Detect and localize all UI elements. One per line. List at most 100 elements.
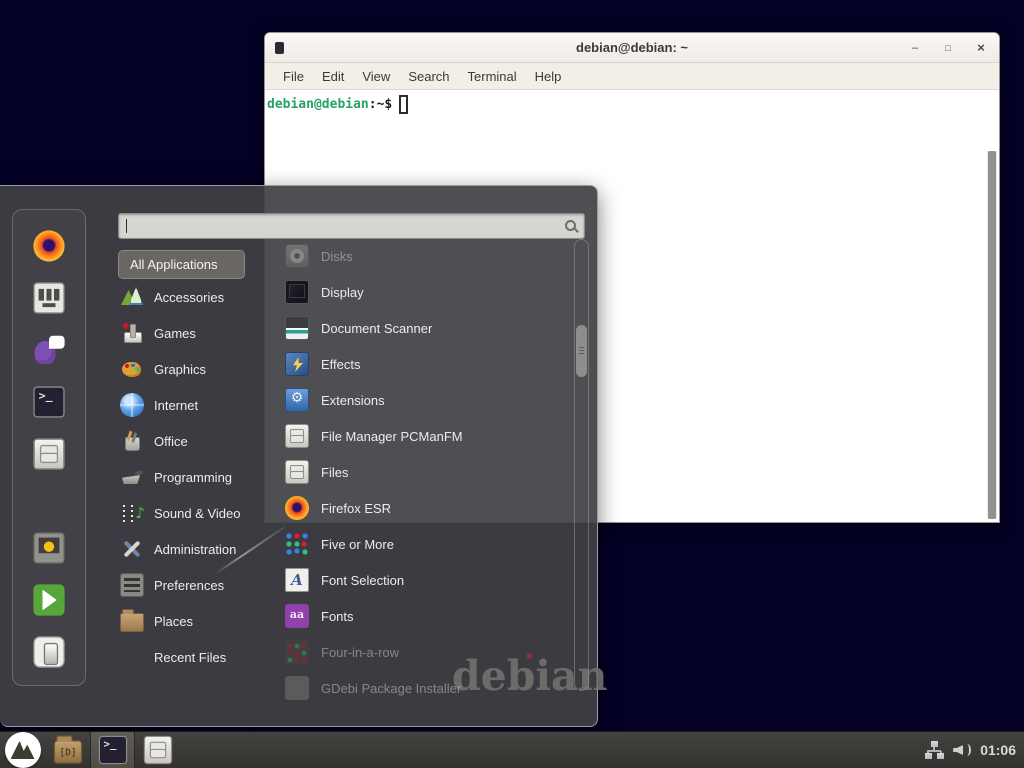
- session-lock-screen[interactable]: [27, 526, 71, 569]
- search-box: [118, 213, 585, 239]
- games-icon: [120, 321, 144, 345]
- five-or-more-icon: [285, 532, 309, 556]
- terminal-titlebar[interactable]: debian@debian: ~ – □ ×: [265, 33, 999, 63]
- favorites-list: [13, 224, 85, 475]
- app-five-or-more[interactable]: Five or More: [285, 526, 573, 562]
- menubar-item-search[interactable]: Search: [399, 69, 458, 84]
- four-in-a-row-icon: [285, 640, 309, 664]
- preferences-icon: [120, 573, 144, 597]
- terminal-cursor: [399, 95, 408, 114]
- logout-icon: [33, 584, 64, 615]
- menubar-item-help[interactable]: Help: [526, 69, 571, 84]
- search-icon: [564, 219, 578, 233]
- app-label: Files: [321, 465, 348, 480]
- menu-scrollbar-thumb[interactable]: [576, 325, 587, 377]
- app-firefox[interactable]: Firefox ESR: [285, 490, 573, 526]
- app-label: Document Scanner: [321, 321, 432, 336]
- prompt-user-host: debian@debian: [267, 97, 369, 112]
- category-sound-video[interactable]: Sound & Video: [120, 495, 268, 531]
- taskbar-button-terminal[interactable]: [90, 732, 135, 768]
- minimize-icon[interactable]: –: [909, 33, 921, 63]
- system-tray: 01:06: [925, 741, 1024, 759]
- taskbar-button-file-cabinet[interactable]: [135, 732, 180, 768]
- maximize-icon[interactable]: □: [942, 33, 954, 63]
- shell-prompt: debian@debian:~$: [267, 95, 997, 114]
- menubar-item-file[interactable]: File: [274, 69, 313, 84]
- app-label: File Manager PCManFM: [321, 429, 463, 444]
- terminal-menubar: FileEditViewSearchTerminalHelp: [265, 63, 999, 90]
- category-administration[interactable]: Administration: [120, 531, 268, 567]
- firefox-icon: [285, 496, 309, 520]
- sound-video-icon: [120, 501, 144, 525]
- volume-icon[interactable]: [953, 741, 971, 759]
- effects-icon: [285, 352, 309, 376]
- app-label: Font Selection: [321, 573, 404, 588]
- app-files[interactable]: Files: [285, 454, 573, 490]
- favorite-terminal[interactable]: [27, 380, 71, 423]
- menu-scrollbar[interactable]: [574, 239, 589, 691]
- taskbar: 01:06: [0, 731, 1024, 768]
- app-label: Five or More: [321, 537, 394, 552]
- favorite-firefox[interactable]: [27, 224, 71, 267]
- display-icon: [285, 280, 309, 304]
- category-recent-files[interactable]: Recent Files: [120, 639, 268, 675]
- all-applications-button[interactable]: All Applications: [118, 250, 245, 279]
- favorites-panel: [12, 209, 86, 686]
- session-shutdown[interactable]: [27, 630, 71, 673]
- app-display[interactable]: Display: [285, 274, 573, 310]
- internet-icon: [120, 393, 144, 417]
- category-preferences[interactable]: Preferences: [120, 567, 268, 603]
- app-label: Extensions: [321, 393, 385, 408]
- favorite-pidgin[interactable]: [27, 328, 71, 371]
- app-disks[interactable]: Disks: [285, 238, 573, 274]
- app-extensions[interactable]: Extensions: [285, 382, 573, 418]
- favorite-keyboard[interactable]: [27, 276, 71, 319]
- app-label: Display: [321, 285, 364, 300]
- file-manager-icon: [285, 424, 309, 448]
- app-document-scanner[interactable]: Document Scanner: [285, 310, 573, 346]
- search-input[interactable]: [118, 213, 585, 239]
- category-label: Sound & Video: [154, 506, 241, 521]
- text-caret: [126, 219, 127, 233]
- app-fonts[interactable]: Fonts: [285, 598, 573, 634]
- network-icon[interactable]: [925, 741, 944, 759]
- document-scanner-icon: [285, 316, 309, 340]
- app-gdebi[interactable]: GDebi Package Installer: [285, 670, 573, 706]
- folder-d-icon: [53, 740, 81, 764]
- category-games[interactable]: Games: [120, 315, 268, 351]
- file-manager-icon: [33, 438, 64, 469]
- app-font-selection[interactable]: Font Selection: [285, 562, 573, 598]
- places-icon: [120, 613, 144, 632]
- terminal-icon: [98, 736, 126, 764]
- keyboard-icon: [33, 282, 64, 313]
- category-internet[interactable]: Internet: [120, 387, 268, 423]
- graphics-icon: [120, 357, 144, 381]
- app-effects[interactable]: Effects: [285, 346, 573, 382]
- pidgin-icon: [33, 334, 64, 365]
- favorite-file-manager[interactable]: [27, 432, 71, 475]
- app-four-in-a-row[interactable]: Four-in-a-row: [285, 634, 573, 670]
- font-selection-icon: [285, 568, 309, 592]
- files-icon: [143, 736, 171, 764]
- app-file-manager[interactable]: File Manager PCManFM: [285, 418, 573, 454]
- taskbar-button-app-menu[interactable]: [0, 732, 45, 768]
- category-label: Accessories: [154, 290, 224, 305]
- category-places[interactable]: Places: [120, 603, 268, 639]
- taskbar-launchers: [0, 732, 180, 768]
- category-programming[interactable]: Programming: [120, 459, 268, 495]
- terminal-window-title: debian@debian: ~: [265, 33, 999, 63]
- app-menu-icon: [5, 732, 41, 768]
- category-graphics[interactable]: Graphics: [120, 351, 268, 387]
- terminal-scrollbar[interactable]: [987, 151, 997, 519]
- close-icon[interactable]: ×: [975, 33, 987, 63]
- taskbar-button-file-manager[interactable]: [45, 732, 90, 768]
- terminal-scrollbar-thumb[interactable]: [988, 151, 996, 519]
- session-logout[interactable]: [27, 578, 71, 621]
- clock[interactable]: 01:06: [980, 742, 1016, 758]
- category-office[interactable]: Office: [120, 423, 268, 459]
- menubar-item-edit[interactable]: Edit: [313, 69, 353, 84]
- category-accessories[interactable]: Accessories: [120, 279, 268, 315]
- category-label: Graphics: [154, 362, 206, 377]
- menubar-item-view[interactable]: View: [353, 69, 399, 84]
- menubar-item-terminal[interactable]: Terminal: [459, 69, 526, 84]
